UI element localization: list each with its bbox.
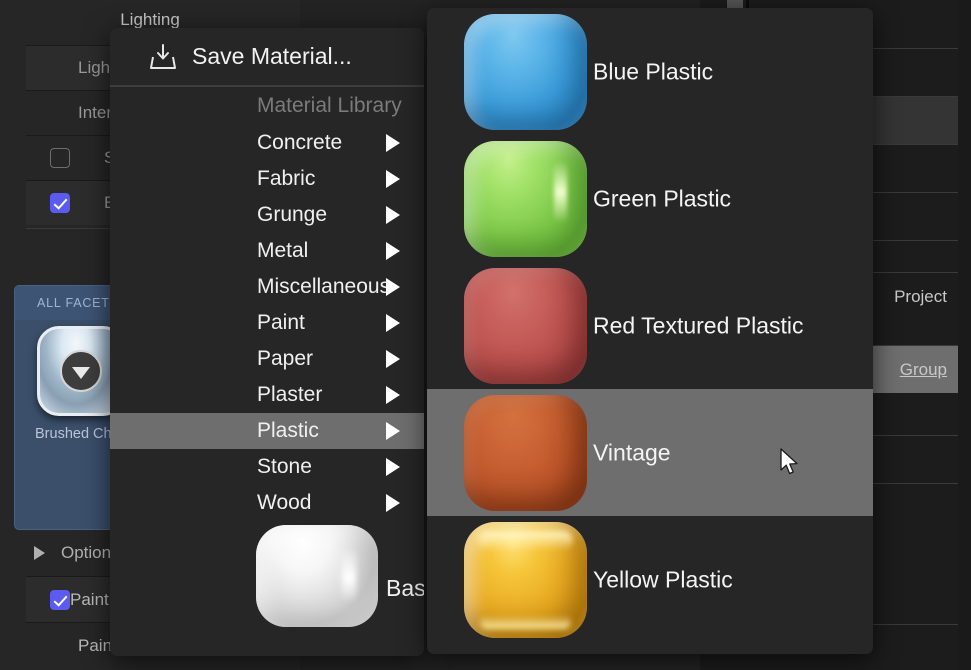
submenu-arrow-icon [386, 242, 400, 260]
submenu-item-blue-plastic[interactable]: Blue Plastic [427, 8, 873, 135]
menu-item-grunge[interactable]: Grunge [110, 197, 424, 233]
submenu-arrow-icon [386, 458, 400, 476]
triangle-right-icon [34, 546, 45, 560]
material-library-header: Material Library [110, 87, 424, 125]
save-material-label: Save Material... [192, 43, 352, 70]
self-shadows-checkbox[interactable] [50, 148, 70, 168]
menu-item-label: Paint [257, 311, 305, 335]
submenu-item-green-plastic[interactable]: Green Plastic [427, 135, 873, 262]
submenu-arrow-icon [386, 170, 400, 188]
environment-checkbox[interactable] [50, 193, 70, 213]
right-edge-strip [958, 0, 971, 670]
menu-item-paper[interactable]: Paper [110, 341, 424, 377]
layer-name: Project [894, 287, 947, 307]
mouse-cursor [780, 448, 802, 483]
paint-checkbox[interactable] [50, 590, 70, 610]
menu-item-wood[interactable]: Wood [110, 485, 424, 521]
menu-item-fabric[interactable]: Fabric [110, 161, 424, 197]
inspector-section-title: Lighting [0, 10, 300, 30]
red-plastic-swatch-icon [464, 268, 587, 384]
menu-item-label: Grunge [257, 203, 327, 227]
menu-item-label: Wood [257, 491, 311, 515]
menu-item-stone[interactable]: Stone [110, 449, 424, 485]
chevron-down-icon [72, 367, 90, 379]
menu-item-label: Metal [257, 239, 308, 263]
menu-item-paint[interactable]: Paint [110, 305, 424, 341]
menu-item-label: Stone [257, 455, 312, 479]
menu-item-label: Fabric [257, 167, 315, 191]
blue-plastic-swatch-icon [464, 14, 587, 130]
menu-item-label: Concrete [257, 131, 342, 155]
submenu-arrow-icon [386, 494, 400, 512]
paint-row-label: Paint [70, 590, 109, 610]
white-plastic-swatch-icon [256, 525, 378, 627]
save-tray-icon [148, 43, 178, 71]
submenu-arrow-icon [386, 278, 400, 296]
submenu-item-label: Vintage [593, 439, 671, 466]
submenu-item-yellow-plastic[interactable]: Yellow Plastic [427, 516, 873, 643]
menu-item-basic[interactable]: Basic [110, 525, 424, 630]
menu-item-metal[interactable]: Metal [110, 233, 424, 269]
menu-item-concrete[interactable]: Concrete [110, 125, 424, 161]
save-material-menu-item[interactable]: Save Material... [110, 28, 424, 85]
submenu-item-label: Green Plastic [593, 185, 731, 212]
layer-name: Group [900, 360, 947, 380]
yellow-plastic-swatch-icon [464, 522, 587, 638]
green-plastic-swatch-icon [464, 141, 587, 257]
plastic-submenu: Blue Plastic Green Plastic Red Textured … [427, 8, 873, 654]
menu-item-label: Miscellaneous [257, 275, 390, 299]
material-context-menu: Save Material... Material Library Concre… [110, 28, 424, 656]
submenu-item-label: Yellow Plastic [593, 566, 733, 593]
submenu-arrow-icon [386, 206, 400, 224]
submenu-arrow-icon [386, 422, 400, 440]
submenu-item-label: Red Textured Plastic [593, 312, 804, 339]
submenu-arrow-icon [386, 350, 400, 368]
menu-item-plaster[interactable]: Plaster [110, 377, 424, 413]
submenu-item-vintage[interactable]: Vintage [427, 389, 873, 516]
menu-item-plastic[interactable]: Plastic [110, 413, 424, 449]
submenu-arrow-icon [386, 134, 400, 152]
submenu-arrow-icon [386, 386, 400, 404]
submenu-arrow-icon [386, 314, 400, 332]
menu-item-label: Plastic [257, 419, 319, 443]
basic-label: Basic [386, 575, 424, 602]
menu-item-miscellaneous[interactable]: Miscellaneous [110, 269, 424, 305]
submenu-item-red-textured-plastic[interactable]: Red Textured Plastic [427, 262, 873, 389]
submenu-item-label: Blue Plastic [593, 58, 713, 85]
vintage-plastic-swatch-icon [464, 395, 587, 511]
menu-item-label: Paper [257, 347, 313, 371]
menu-item-label: Plaster [257, 383, 322, 407]
